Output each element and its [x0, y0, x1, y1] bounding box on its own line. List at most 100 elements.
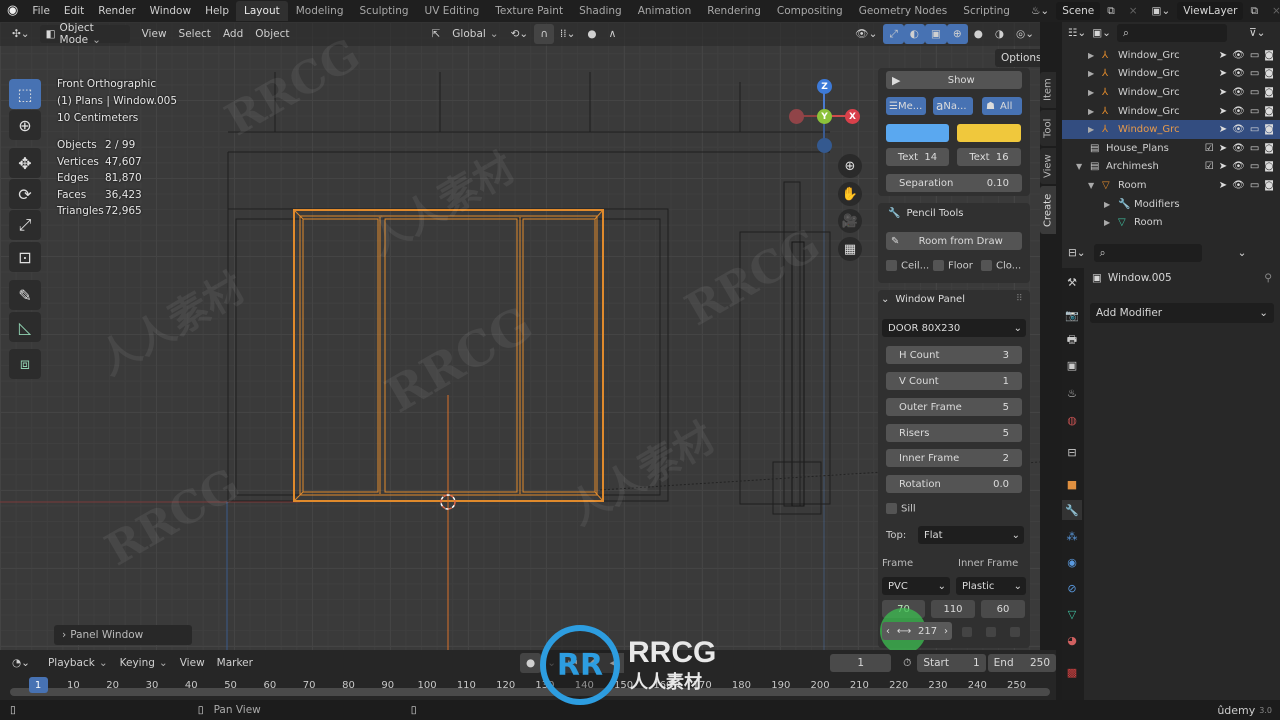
eye-icon[interactable]: 👁	[1232, 143, 1245, 154]
gizmo-neg-z-axis[interactable]	[817, 138, 832, 153]
new-view-layer-icon[interactable]: ⧉	[1243, 0, 1265, 22]
tab-uv-editing[interactable]: UV Editing	[417, 1, 488, 21]
rotate-tool[interactable]: ⟳	[9, 179, 41, 209]
select-arrow-icon[interactable]: ➤	[1219, 124, 1227, 135]
solid-shading-icon[interactable]: ●	[968, 24, 989, 44]
expand-right-icon[interactable]: ▶	[1088, 51, 1094, 60]
show-button[interactable]: ▶ Show	[886, 71, 1022, 89]
current-frame-field[interactable]: 1	[830, 654, 892, 672]
menu-render[interactable]: Render	[91, 0, 142, 22]
pivot-icon[interactable]: ⟲⌄	[505, 24, 535, 44]
camera-view-icon[interactable]: 🎥	[838, 209, 862, 233]
visibility-icon[interactable]: 👁⌄	[849, 24, 883, 44]
h-count-field[interactable]: H Count 3	[886, 346, 1022, 364]
data-tab-icon[interactable]: ▽	[1062, 604, 1082, 624]
eye-icon[interactable]: 👁	[1232, 106, 1245, 117]
display-mode-icon[interactable]: ☷⌄	[1068, 27, 1086, 39]
v-count-field[interactable]: V Count 1	[886, 372, 1022, 390]
checkbox-icon[interactable]: ☑	[1205, 161, 1214, 172]
scale-tool[interactable]: ⤢	[9, 210, 41, 240]
toggle-measure-button[interactable]: ☰ Me...	[886, 97, 926, 115]
outliner-item-name[interactable]: Window_Grc	[1118, 106, 1180, 117]
outliner-row[interactable]: ▶ ⅄ Window_Grc ➤ 👁 ▭ ◙	[1062, 46, 1280, 65]
outliner-row[interactable]: ▶ ▽ Room	[1062, 213, 1280, 232]
ortho-toggle-icon[interactable]: ▦	[838, 237, 862, 261]
menu-object[interactable]: Object	[249, 24, 295, 44]
falloff-icon[interactable]: ∧	[603, 24, 623, 44]
select-arrow-icon[interactable]: ➤	[1219, 143, 1227, 154]
outliner-row[interactable]: ▼ ▽ Room ➤ 👁 ▭ ◙	[1062, 176, 1280, 195]
mode-dropdown[interactable]: ◧ Object Mode	[39, 22, 130, 46]
inner-frame-material-dropdown[interactable]: Plastic ⌄	[956, 577, 1026, 595]
inner-frame-field[interactable]: Inner Frame 2	[886, 449, 1022, 467]
pin-icon[interactable]: ⚲	[1264, 272, 1272, 284]
tab-shading[interactable]: Shading	[571, 1, 630, 21]
monitor-icon[interactable]: ▭	[1250, 143, 1259, 154]
rendered-shading-icon[interactable]: ◎⌄	[1010, 24, 1040, 44]
width-field-2[interactable]: 110	[931, 600, 975, 618]
tab-sculpting[interactable]: Sculpting	[351, 1, 416, 21]
expand-right-icon[interactable]: ▶	[1104, 200, 1110, 209]
transform-orientation-dropdown[interactable]: Global	[446, 24, 504, 44]
world-tab-icon[interactable]: ◍	[1062, 410, 1082, 430]
risers-field[interactable]: Risers 5	[886, 424, 1022, 442]
outliner-item-name[interactable]: Window_Grc	[1118, 50, 1180, 61]
last-operator-panel[interactable]: › Panel Window	[54, 625, 192, 645]
modifier-tab-icon[interactable]: 🔧	[1062, 500, 1082, 520]
tab-layout[interactable]: Layout	[236, 1, 288, 21]
outliner-item-name[interactable]: Room	[1134, 217, 1162, 228]
select-arrow-icon[interactable]: ➤	[1219, 180, 1227, 191]
outliner-item-name[interactable]: Window_Grc	[1118, 68, 1180, 79]
snap-icon[interactable]: ∩	[534, 24, 554, 44]
tab-compositing[interactable]: Compositing	[769, 1, 851, 21]
toggle-names-button[interactable]: a Na...	[933, 97, 973, 115]
measure-tool[interactable]: ◺	[9, 312, 41, 342]
window-panel-header[interactable]: ⌄ Window Panel	[881, 294, 965, 305]
drag-handle-icon[interactable]: ⠿	[1016, 294, 1023, 304]
monitor-icon[interactable]: ▭	[1250, 87, 1259, 98]
collection-tab-icon[interactable]: ⊟	[1062, 442, 1082, 462]
camera-icon[interactable]: ◙	[1264, 143, 1274, 154]
outer-frame-field[interactable]: Outer Frame 5	[886, 398, 1022, 416]
blender-logo-icon[interactable]: ◉	[0, 0, 25, 22]
timeline-view-menu[interactable]: View	[174, 653, 211, 673]
add-cube-tool[interactable]: ⧈	[9, 349, 41, 379]
top-style-dropdown[interactable]: Flat ⌄	[918, 526, 1024, 544]
separation-field[interactable]: Separation 0.10	[886, 174, 1022, 192]
add-modifier-dropdown[interactable]: Add Modifier ⌄	[1090, 303, 1274, 323]
playback-menu[interactable]: Playback	[42, 653, 114, 673]
select-arrow-icon[interactable]: ➤	[1219, 87, 1227, 98]
outliner-row[interactable]: ▶ ⅄ Window_Grc ➤ 👁 ▭ ◙	[1062, 102, 1280, 121]
filter-icon[interactable]: ⊽⌄	[1249, 27, 1265, 39]
transform-tool[interactable]: ⊡	[9, 242, 41, 272]
camera-icon[interactable]: ◙	[1264, 124, 1274, 135]
select-arrow-icon[interactable]: ➤	[1219, 106, 1227, 117]
select-arrow-icon[interactable]: ➤	[1219, 50, 1227, 61]
spinner-slot-checkbox[interactable]	[986, 627, 996, 637]
gizmo-x-axis[interactable]: X	[845, 109, 860, 124]
zoom-view-icon[interactable]: ⊕	[838, 154, 862, 178]
toggle-all-button[interactable]: ☗ All	[982, 97, 1022, 115]
outliner-row[interactable]: ▶ ⅄ Window_Grc ➤ 👁 ▭ ◙	[1062, 120, 1280, 139]
chevron-down-icon[interactable]: ⌄	[1238, 247, 1247, 259]
expand-right-icon[interactable]: ▶	[1088, 125, 1094, 134]
camera-icon[interactable]: ◙	[1264, 68, 1274, 79]
monitor-icon[interactable]: ▭	[1250, 106, 1259, 117]
outliner-row[interactable]: ▶ ⅄ Window_Grc ➤ 👁 ▭ ◙	[1062, 83, 1280, 102]
eye-icon[interactable]: 👁	[1232, 161, 1245, 172]
tab-scripting[interactable]: Scripting	[955, 1, 1018, 21]
snap-target-icon[interactable]: ⁞⁞⌄	[554, 24, 581, 44]
camera-icon[interactable]: ◙	[1264, 106, 1274, 117]
auto-keying-toggle[interactable]: ●	[520, 653, 542, 673]
chevron-left-icon[interactable]: ‹	[886, 626, 890, 637]
gizmo-neg-x-axis[interactable]	[789, 109, 804, 124]
expand-down-icon[interactable]: ▼	[1076, 162, 1082, 171]
view-layer-tab-icon[interactable]: ▣	[1062, 355, 1082, 375]
camera-icon[interactable]: ◙	[1264, 161, 1274, 172]
outliner-row[interactable]: ▶ 🔧 Modifiers	[1062, 195, 1280, 214]
options-dropdown[interactable]: Options	[995, 49, 1040, 67]
view-layer-field[interactable]: ViewLayer	[1177, 2, 1244, 20]
marker-menu[interactable]: Marker	[211, 653, 259, 673]
gizmo-y-axis[interactable]: Y	[817, 109, 832, 124]
expand-down-icon[interactable]: ▼	[1088, 181, 1094, 190]
